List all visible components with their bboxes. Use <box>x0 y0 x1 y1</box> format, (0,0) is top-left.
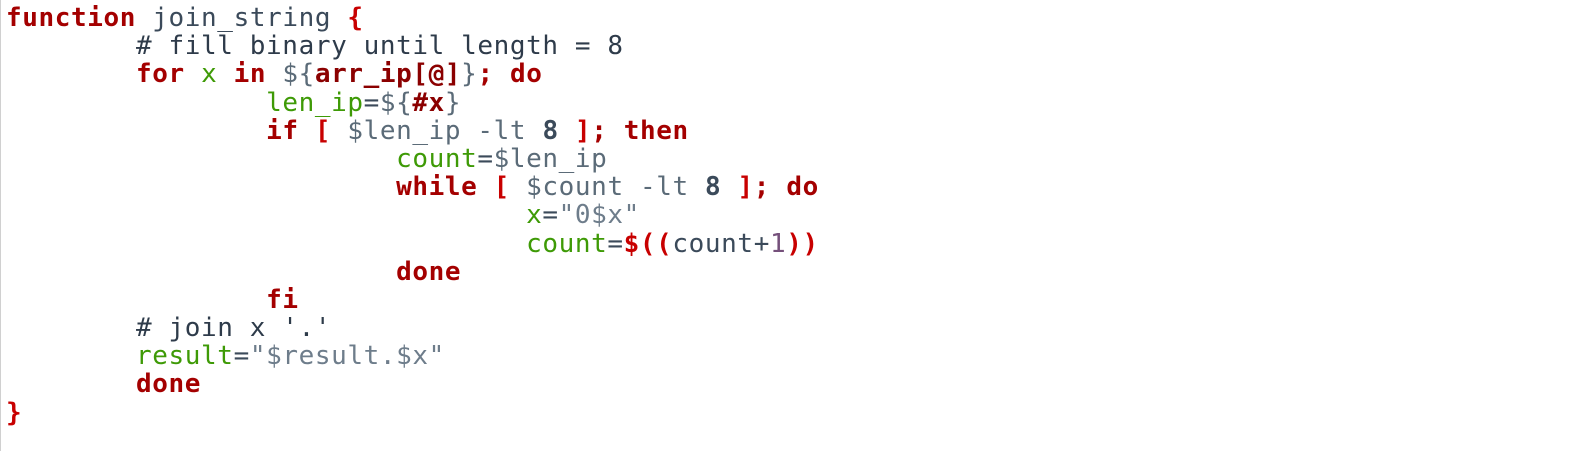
code-line[interactable]: if [ $len_ip -lt 8 ]; then <box>6 117 819 145</box>
code-token-expand: $len_ip <box>493 143 608 174</box>
code-token-op: count+ <box>672 228 770 259</box>
code-token-comment: # join x '.' <box>136 313 332 344</box>
code-token-var: count <box>396 143 478 174</box>
code-token-numlit: 1 <box>769 228 787 259</box>
code-token-keyword: done <box>136 369 202 400</box>
code-token-keyword: do <box>786 172 819 203</box>
code-token-name: join_string <box>152 3 332 33</box>
code-token-bracket: [ <box>493 172 510 203</box>
code-line[interactable]: # fill binary until length = 8 <box>6 32 819 60</box>
code-line[interactable]: count=$((count+1)) <box>6 228 819 259</box>
code-line[interactable]: done <box>6 370 819 398</box>
code-token-bracket: $(( <box>623 228 673 259</box>
code-token-bracket: ] <box>574 115 592 146</box>
code-token-expand: $len_ip -lt <box>347 115 527 146</box>
code-token-keyword: do <box>509 59 543 90</box>
code-token-number: 8 <box>704 172 722 203</box>
code-line[interactable]: x="0$x" <box>6 201 819 229</box>
code-token-keyword: then <box>623 115 689 146</box>
code-token-op: = <box>477 143 494 174</box>
code-line[interactable]: function join_string { <box>6 4 819 32</box>
code-token-expand: ${ <box>379 87 413 118</box>
code-line[interactable]: # join x '.' <box>6 314 819 342</box>
code-token-op: = <box>607 228 624 259</box>
code-token-keyword: fi <box>266 284 299 315</box>
code-token-brace: } <box>6 397 23 428</box>
code-token-op: = <box>233 341 250 372</box>
code-token-keyword: ; <box>753 172 771 203</box>
code-token-expand: ${ <box>282 59 315 90</box>
code-editor[interactable]: function join_string { # fill binary unt… <box>0 0 1571 451</box>
code-token-bracket: [ <box>314 115 332 146</box>
code-line[interactable]: len_ip=${#x} <box>6 87 819 118</box>
code-token-expand: } <box>461 59 478 90</box>
code-token-bracket: ] <box>737 172 754 203</box>
code-token-param: arr_ip[@] <box>314 59 462 90</box>
code-token-keyword: done <box>396 256 462 287</box>
code-token-string: "$result.$x" <box>249 341 445 372</box>
code-line[interactable]: result="$result.$x" <box>6 342 819 370</box>
code-token-var: len_ip <box>266 87 364 118</box>
code-token-var: count <box>526 228 608 259</box>
code-block[interactable]: function join_string { # fill binary unt… <box>6 4 819 427</box>
code-line[interactable]: while [ $count -lt 8 ]; do <box>6 173 819 201</box>
code-token-keyword: if <box>266 115 299 146</box>
code-token-brace: { <box>347 3 364 33</box>
code-line[interactable]: count=$len_ip <box>6 145 819 173</box>
code-token-keyword: function <box>6 3 137 33</box>
code-token-var: result <box>136 341 234 372</box>
code-line[interactable]: done <box>6 258 819 286</box>
code-token-expand: $count -lt <box>526 172 689 203</box>
code-token-keyword: while <box>396 172 478 203</box>
code-token-string: "0$x" <box>558 200 640 231</box>
code-line[interactable]: } <box>6 399 819 427</box>
code-token-expand: } <box>444 87 462 118</box>
code-token-keyword: ; <box>477 59 494 90</box>
code-token-number: 8 <box>542 115 559 146</box>
code-token-keyword: ; <box>591 115 608 146</box>
code-token-var: x <box>201 59 218 90</box>
code-token-keyword: for <box>136 59 185 90</box>
code-token-keyword: in <box>233 59 267 90</box>
code-token-comment: # fill binary until length = 8 <box>136 31 624 62</box>
code-token-op: = <box>363 87 380 118</box>
code-token-bracket: )) <box>786 228 819 259</box>
code-token-op: = <box>542 200 559 231</box>
code-line[interactable]: for x in ${arr_ip[@]}; do <box>6 60 819 88</box>
code-token-param: #x <box>412 87 445 118</box>
code-token-var: x <box>526 200 543 231</box>
code-line[interactable]: fi <box>6 286 819 314</box>
